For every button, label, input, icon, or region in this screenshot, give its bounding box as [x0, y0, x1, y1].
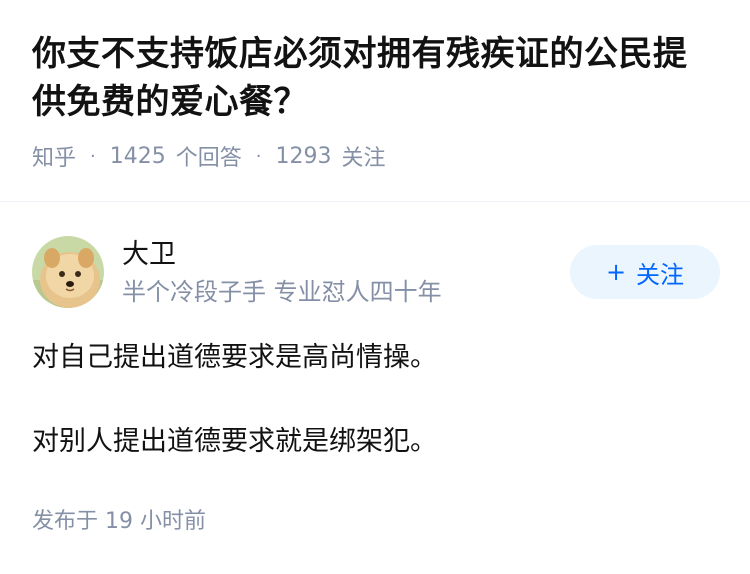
answer-count-label: 个回答 — [175, 146, 242, 171]
follower-count: 1293 — [275, 143, 332, 169]
plus-icon: + — [605, 258, 627, 286]
question-header: 你支不支持饭店必须对拥有残疾证的公民提供免费的爱心餐？ 知乎 · 1425 个回… — [0, 0, 750, 172]
follow-button-label: 关注 — [636, 260, 685, 289]
zhihu-answer-page: 你支不支持饭店必须对拥有残疾证的公民提供免费的爱心餐？ 知乎 · 1425 个回… — [0, 0, 750, 574]
question-meta: 知乎 · 1425 个回答 · 1293 关注 — [32, 140, 718, 172]
answer-card: 大卫 半个冷段子手 专业怼人四十年 + 关注 对自己提出道德要求是高尚情操。 对… — [32, 236, 720, 462]
separator-dot: · — [255, 145, 262, 167]
answer-paragraph: 对别人提出道德要求就是绑架犯。 — [32, 426, 437, 457]
author-row: 大卫 半个冷段子手 专业怼人四十年 + 关注 — [32, 236, 720, 310]
follower-count-label: 关注 — [341, 146, 386, 171]
section-divider — [0, 201, 750, 202]
avatar[interactable] — [32, 236, 104, 308]
answer-paragraph: 对自己提出道德要求是高尚情操。 — [32, 342, 437, 373]
separator-dot: · — [90, 145, 96, 167]
answer-count: 1425 — [109, 143, 166, 169]
publish-time: 发布于 19 小时前 — [32, 509, 206, 534]
source-label[interactable]: 知乎 — [32, 140, 76, 172]
follow-button[interactable]: + 关注 — [570, 245, 720, 299]
question-title[interactable]: 你支不支持饭店必须对拥有残疾证的公民提供免费的爱心餐？ — [32, 30, 718, 126]
dog-avatar-icon — [32, 236, 104, 308]
author-bio: 半个冷段子手 专业怼人四十年 — [122, 278, 442, 306]
answer-content: 对自己提出道德要求是高尚情操。 对别人提出道德要求就是绑架犯。 — [32, 338, 718, 462]
author-name[interactable]: 大卫 — [122, 238, 176, 272]
